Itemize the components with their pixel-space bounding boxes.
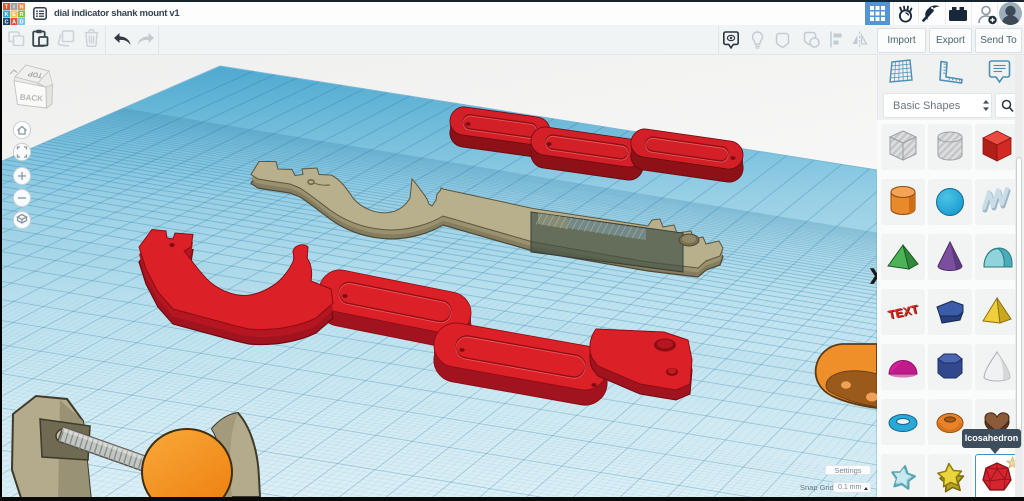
svg-text:BACK: BACK [20, 93, 44, 104]
svg-text:T: T [5, 5, 9, 11]
svg-text:K: K [4, 12, 8, 18]
svg-text:N: N [19, 5, 23, 11]
svg-text:R: R [19, 12, 23, 18]
svg-text:TEXT: TEXT [887, 302, 921, 322]
svg-text:E: E [12, 12, 16, 18]
